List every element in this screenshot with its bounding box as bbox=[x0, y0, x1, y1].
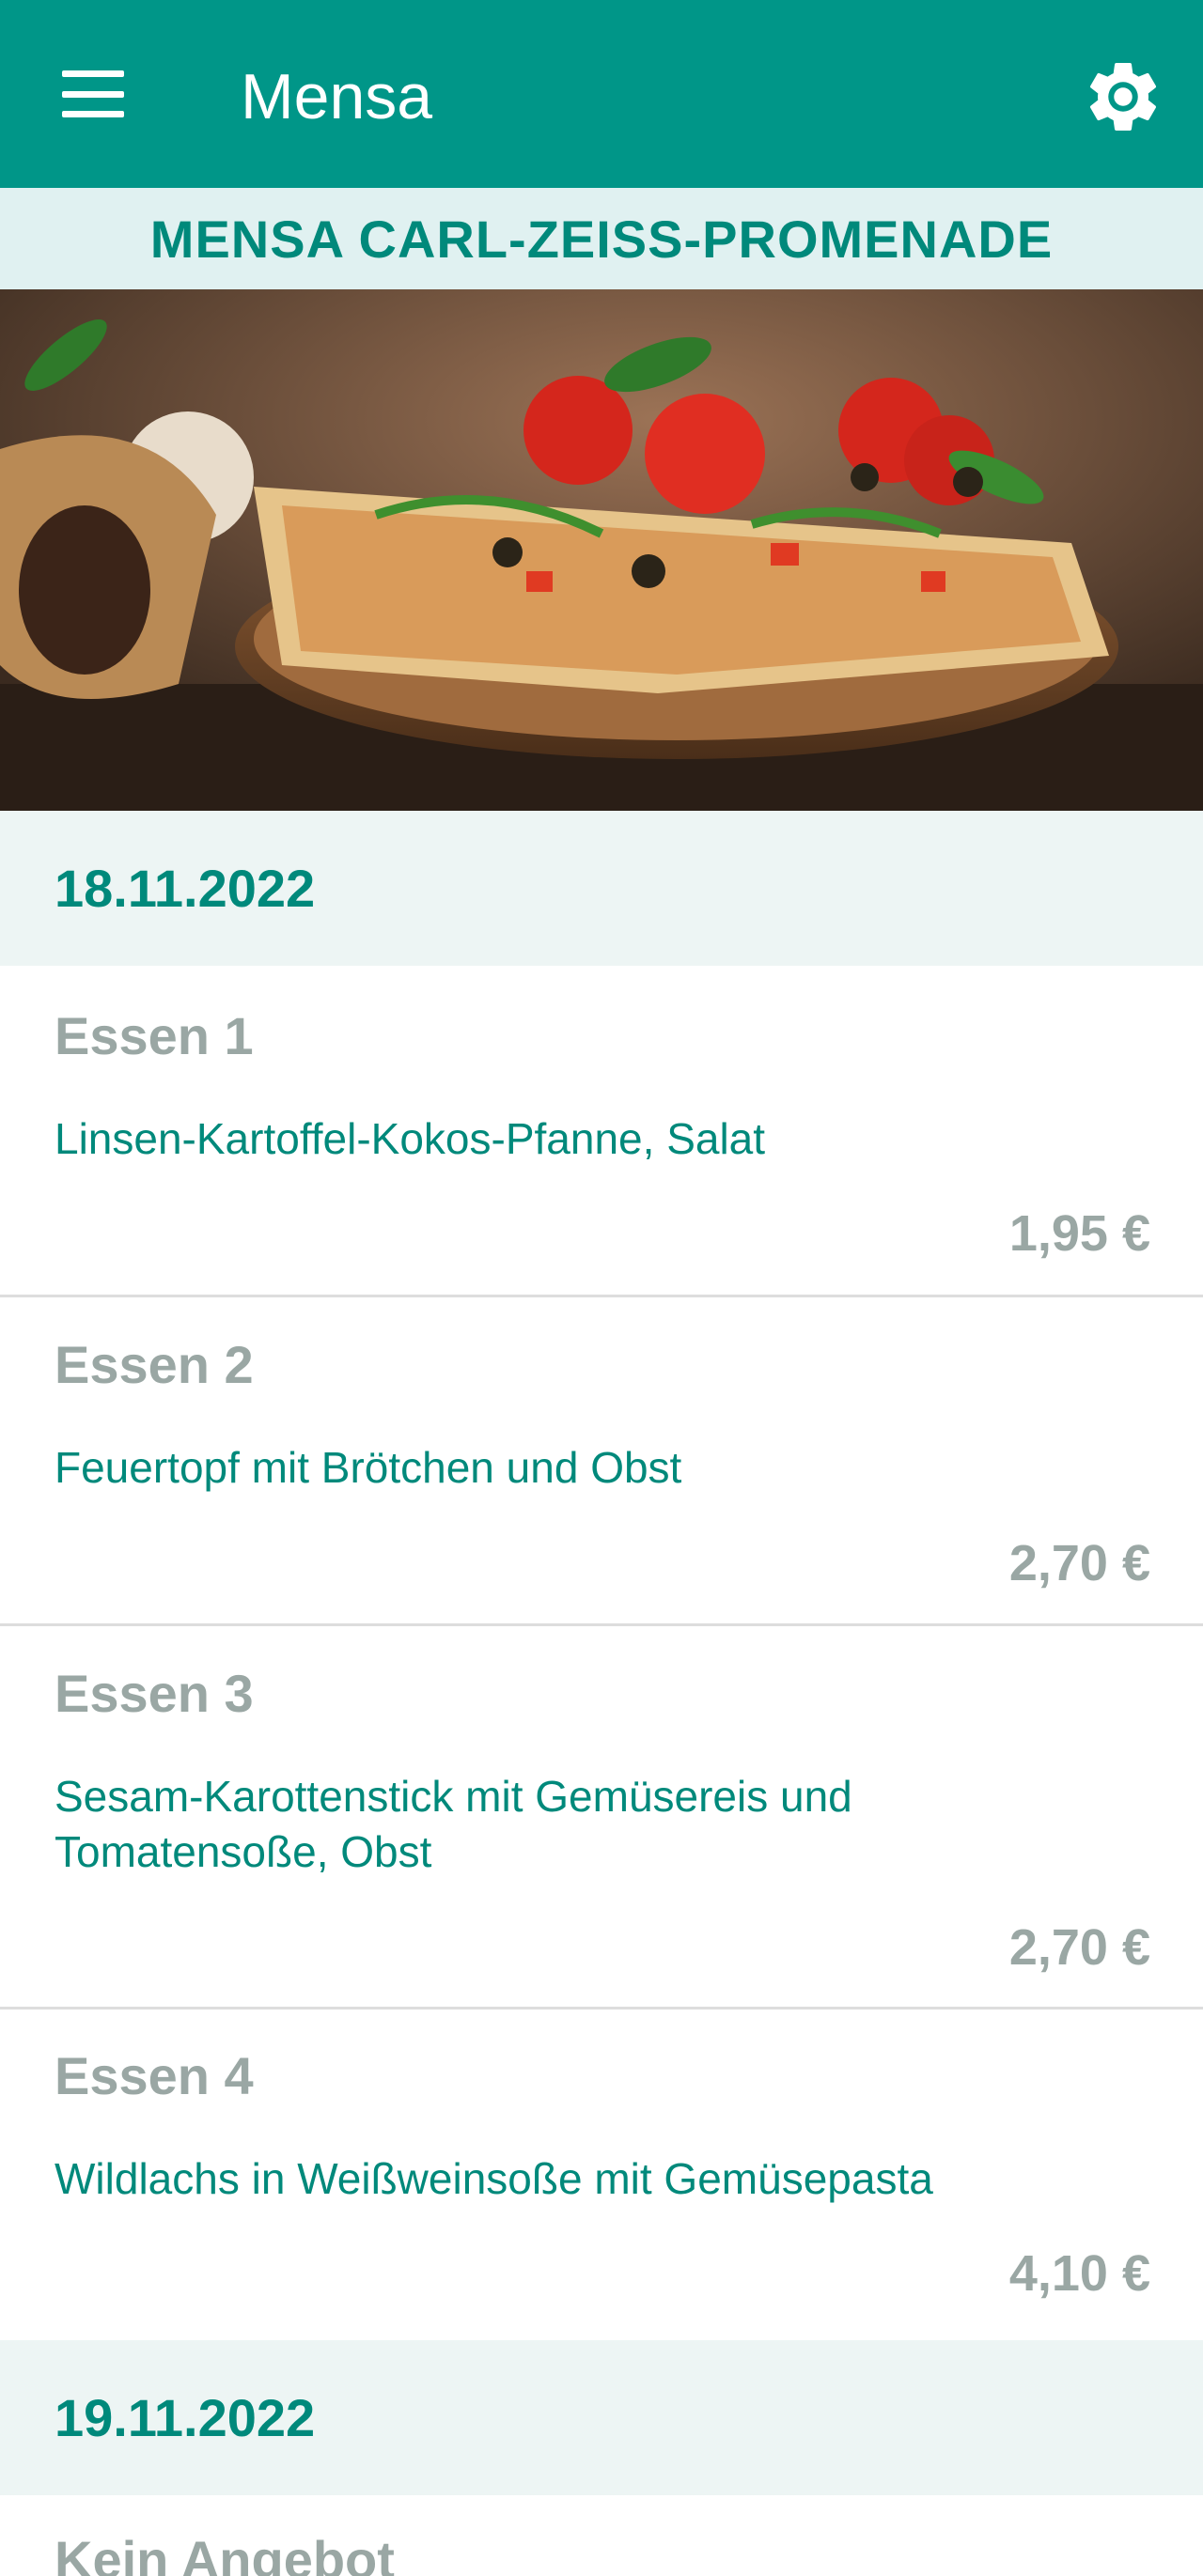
meal-description: Feuertopf mit Brötchen und Obst bbox=[55, 1443, 682, 1492]
meal-item[interactable]: Essen 1 Linsen-Kartoffel-Kokos-Pfanne, S… bbox=[0, 966, 1203, 1297]
meal-price: 2,70 € bbox=[1008, 1919, 1150, 1976]
meal-item[interactable]: Essen 3 Sesam-Karottenstick mit Gemüsere… bbox=[0, 1626, 1203, 2010]
canteen-name-banner: MENSA CARL-ZEISS-PROMENADE bbox=[0, 188, 1203, 289]
canteen-name: MENSA CARL-ZEISS-PROMENADE bbox=[149, 209, 1054, 269]
day-date: 19.11.2022 bbox=[55, 2388, 316, 2447]
meal-item[interactable]: Essen 4 Wildlachs in Weißweinsoße mit Ge… bbox=[0, 2010, 1203, 2340]
meal-item[interactable]: Essen 2 Feuertopf mit Brötchen und Obst … bbox=[0, 1297, 1203, 1626]
gear-icon[interactable] bbox=[1081, 54, 1165, 139]
app-bar: Mensa bbox=[0, 0, 1203, 188]
meal-name: Essen 2 bbox=[55, 1335, 254, 1394]
meal-name: Essen 3 bbox=[55, 1664, 254, 1723]
hamburger-menu-icon[interactable] bbox=[56, 66, 132, 122]
hero-food-image bbox=[0, 289, 1203, 811]
meal-name: Essen 4 bbox=[55, 2046, 254, 2105]
day-header: 18.11.2022 bbox=[0, 811, 1203, 966]
day-date: 18.11.2022 bbox=[55, 859, 316, 918]
app-title: Mensa bbox=[241, 61, 433, 132]
meal-description: Linsen-Kartoffel-Kokos-Pfanne, Salat bbox=[55, 1114, 766, 1163]
meal-description: Sesam-Karottenstick mit Gemüsereis und T… bbox=[55, 1772, 852, 1876]
meal-price: 1,95 € bbox=[1008, 1205, 1150, 1262]
meal-price: 4,10 € bbox=[1008, 2245, 1150, 2302]
meal-price: 2,70 € bbox=[1008, 1535, 1150, 1591]
meal-name: Essen 1 bbox=[55, 1006, 254, 1065]
no-offer-label: Kein Angebot bbox=[55, 2530, 395, 2576]
day-header: 19.11.2022 bbox=[0, 2340, 1203, 2495]
meal-description: Wildlachs in Weißweinsoße mit Gemüsepast… bbox=[55, 2154, 933, 2203]
